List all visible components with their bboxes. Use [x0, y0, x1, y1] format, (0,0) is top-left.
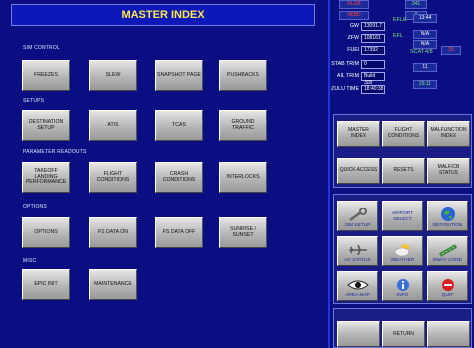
crash-conditions-button[interactable]: CRASH CONDITIONS: [155, 162, 203, 193]
rwy-cond-button[interactable]: RWAY COND: [427, 236, 468, 266]
quit-label: QUIT: [441, 292, 454, 298]
na-readout-2: N/A: [413, 40, 437, 49]
section-misc: MISC: [23, 258, 37, 264]
time-readout: 13:44: [413, 14, 437, 23]
fs-data-off-button[interactable]: FS DATA OFF: [155, 217, 203, 248]
ground-traffic-button[interactable]: GROUND TRAFFIC: [219, 110, 267, 141]
na-readout-1: N/A: [413, 30, 437, 39]
scat-value: 4/8: [425, 49, 433, 55]
airport-select-button[interactable]: AIRPORT SELECT: [382, 201, 423, 231]
fuel-label: FUEl: [347, 47, 359, 53]
tail-readout: N5BD: [339, 11, 369, 20]
airport-readout: KLGB: [339, 0, 369, 9]
interlocks-button[interactable]: INTERLOCKS: [219, 162, 267, 193]
flight-conditions-button[interactable]: FLIGHT CONDITIONS: [89, 162, 137, 193]
sim-setup-button[interactable]: SIM SETUP: [337, 201, 378, 231]
ac-status-label: AC STATUS: [344, 257, 371, 263]
destination-setup-button[interactable]: DESTINATION SETUP: [22, 110, 70, 141]
sunrise-sunset-button[interactable]: SUNRISE / SUNSET: [219, 217, 267, 248]
epic-init-button[interactable]: EPIC INIT: [22, 269, 70, 300]
stop-icon: [441, 278, 454, 291]
freezes-button[interactable]: FREEZES: [22, 60, 70, 91]
heading-readout: 341: [405, 0, 427, 9]
ac-status-button[interactable]: AC STATUS: [337, 236, 378, 266]
weather-label: WEATHER: [390, 257, 415, 263]
quit-button[interactable]: QUIT: [427, 271, 468, 301]
bottom-blank-button-left[interactable]: [337, 321, 380, 347]
options-button[interactable]: OPTIONS: [22, 217, 70, 248]
reposition-button[interactable]: REPOSITION: [427, 201, 468, 231]
zfw-value: 108161: [361, 34, 385, 43]
snapshot-page-button[interactable]: SNAPSHOT PAGE: [155, 60, 203, 91]
wrench-icon: [348, 207, 367, 221]
status-label-1: EFLE: [393, 17, 407, 23]
resets-button[interactable]: RESETS: [382, 158, 425, 184]
scat-label: SCAT: [410, 49, 425, 55]
readout-panel: KLGB N5BD 341 0 GW 13091.7 ZFW 108161 FU…: [331, 0, 472, 108]
area-map-label: AREA MAP: [345, 292, 370, 298]
bottom-box: RETURN: [333, 308, 472, 348]
atis-button[interactable]: ATIS: [89, 110, 137, 141]
return-button[interactable]: RETURN: [382, 321, 425, 347]
eye-icon: [346, 280, 369, 290]
red-readout: 25: [441, 46, 461, 55]
ail-trim-value: Build 309: [361, 72, 385, 86]
gw-label: GW: [349, 23, 359, 29]
weather-button[interactable]: WEATHER: [382, 236, 423, 266]
pushbacks-button[interactable]: PUSHBACKS: [219, 60, 267, 91]
sim-setup-label: SIM SETUP: [344, 222, 371, 228]
stab-trim-label: STAB TRIM: [331, 61, 359, 67]
malfunction-index-button[interactable]: MALFUNCTION INDEX: [427, 121, 470, 147]
gw-value: 13091.7: [361, 22, 385, 31]
baro-readout: 29.11: [413, 80, 437, 89]
globe-icon: [440, 206, 455, 221]
airplane-icon: [348, 244, 367, 256]
eleven-readout: 11: [413, 63, 437, 72]
status-label-2: EFL: [393, 33, 404, 39]
main-panel: MASTER INDEX SIM CONTROL FREEZES SLEW SN…: [0, 0, 328, 348]
cloud-icon: [394, 243, 409, 257]
page-title: MASTER INDEX: [11, 4, 315, 26]
master-index-button[interactable]: MASTER INDEX: [337, 121, 380, 147]
ail-trim-label: AIL TRIM: [336, 73, 359, 79]
runway-icon: [438, 243, 457, 257]
menu-box: MASTER INDEX FLIGHT CONDITIONS MALFUNCTI…: [333, 114, 472, 188]
nav-icon-box: SIM SETUP AIRPORT SELECT REPOSITION AC S…: [333, 194, 472, 304]
area-map-button[interactable]: AREA MAP: [337, 271, 378, 301]
rwy-cond-label: RWAY COND: [432, 257, 463, 263]
info-icon: [396, 278, 409, 291]
section-options: OPTIONS: [23, 204, 47, 210]
maintenance-button[interactable]: MAINTENANCE: [89, 269, 137, 300]
quick-access-button[interactable]: QUICK ACCESS: [337, 158, 380, 184]
section-sim-control: SIM CONTROL: [23, 45, 60, 51]
reposition-label: REPOSITION: [432, 222, 463, 228]
section-parameter-readouts: PARAMETER READOUTS: [23, 149, 87, 155]
tcas-button[interactable]: TCAS: [155, 110, 203, 141]
fs-data-on-button[interactable]: FS DATA ON: [89, 217, 137, 248]
flight-conditions-menu-button[interactable]: FLIGHT CONDITIONS: [382, 121, 425, 147]
stab-trim-value: 0: [361, 60, 385, 69]
malf-cb-status-button[interactable]: MALF/CB STATUS: [427, 158, 470, 184]
master-index-screen: MASTER INDEX SIM CONTROL FREEZES SLEW SN…: [0, 0, 474, 348]
takeoff-landing-performance-button[interactable]: TAKEOFF LANDING PERFORMANCE: [22, 162, 70, 193]
zulu-time-label: ZULU TIME: [331, 86, 359, 92]
slew-button[interactable]: SLEW: [89, 60, 137, 91]
airport-select-label: AIRPORT SELECT: [391, 211, 414, 222]
zulu-time-value: 18:40:38: [361, 85, 385, 94]
fuel-value: 17392: [361, 46, 385, 55]
bottom-blank-button-right[interactable]: [427, 321, 470, 347]
section-setups: SETUPS: [23, 98, 45, 104]
zfw-label: ZFW: [347, 35, 359, 41]
info-button[interactable]: INFO: [382, 271, 423, 301]
info-label: INFO: [396, 292, 409, 298]
